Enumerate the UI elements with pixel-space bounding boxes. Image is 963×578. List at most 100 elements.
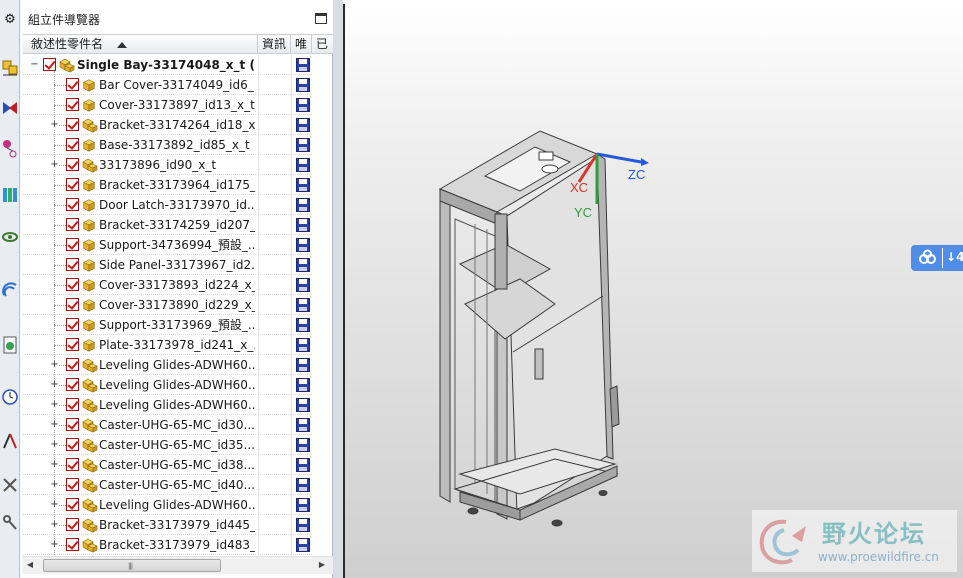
cloud-download-widget[interactable]: ↓4 [911,245,963,271]
visibility-checkbox[interactable] [66,478,79,491]
history-tab-icon[interactable] [1,334,19,356]
tree-row-readonly-cell [291,415,312,435]
visibility-checkbox[interactable] [66,378,79,391]
assembly-navigator: 組立件導覽器 敘述性零件名 資訊 唯 已 − Single Bay-3317404… [21,0,351,578]
tree-row[interactable]: Bracket-33173964_id175_... [23,175,329,195]
expand-icon[interactable]: + [50,480,59,490]
expand-icon[interactable]: + [50,440,59,450]
collapse-icon[interactable]: − [30,60,39,70]
part-icon [83,179,95,192]
visibility-checkbox[interactable] [66,418,79,431]
expand-icon[interactable]: + [50,360,59,370]
assembly-navigator-tab-icon[interactable] [1,56,19,78]
tree-row-label: Bracket-33173964_id175_... [99,178,255,192]
expand-icon[interactable]: + [50,160,59,170]
graphics-window[interactable]: ZC XC YC [343,4,963,578]
column-header-modified[interactable]: 已 [312,35,333,54]
column-header-info[interactable]: 資訊 [258,35,291,54]
tree-row[interactable]: Plate-33173978_id241_x_... [23,335,329,355]
visibility-checkbox[interactable] [66,498,79,511]
tree-row[interactable]: Bracket-33174259_id207_... [23,215,329,235]
gear-icon[interactable]: ⚙ [1,8,19,30]
visibility-checkbox[interactable] [66,338,79,351]
tree-row[interactable]: + Caster-UHG-65-MC_id40... [23,475,329,495]
tree-row[interactable]: Support-34736994_預設_... [23,235,329,255]
scroll-left-icon[interactable]: ◀ [25,560,35,569]
visibility-checkbox[interactable] [66,138,79,151]
column-header-name[interactable]: 敘述性零件名 [23,35,258,54]
tree-row[interactable]: + Leveling Glides-ADWH60... [23,355,329,375]
tree-row[interactable]: Side Panel-33173967_id2... [23,255,329,275]
visibility-checkbox[interactable] [66,198,79,211]
save-icon [296,418,310,432]
tree-row[interactable]: +33173896_id90_x_t [23,155,329,175]
tree-row[interactable]: + Leveling Glides-ADWH60... [23,395,329,415]
tree-row[interactable]: − Single Bay-33174048_x_t ( ... [23,55,329,75]
constraint-navigator-tab-icon[interactable] [1,97,19,119]
tree-row-name-cell: − Single Bay-33174048_x_t ( ... [23,55,256,75]
visibility-checkbox[interactable] [66,458,79,471]
visibility-checkbox[interactable] [66,358,79,371]
cabinet-model-view[interactable]: ZC XC YC [345,4,963,578]
panel-splitter[interactable] [333,0,343,578]
tree-row-readonly-cell [291,395,312,415]
tree-row-name-cell: + Leveling Glides-ADWH60... [23,355,256,375]
visibility-checkbox[interactable] [66,258,79,271]
expand-icon[interactable]: + [50,120,59,130]
tree-row[interactable]: Cover-33173893_id224_x_t [23,275,329,295]
tools-tab-icon[interactable] [1,474,19,496]
visibility-checkbox[interactable] [66,278,79,291]
horizontal-scrollbar[interactable]: ◀ ||| ▶ [23,556,333,574]
system-materials-tab-icon[interactable] [1,430,19,452]
part-icon [83,259,95,272]
visibility-checkbox[interactable] [66,218,79,231]
visibility-checkbox[interactable] [66,118,79,131]
tree-row[interactable]: Bar Cover-33174049_id6_... [23,75,329,95]
column-header-readonly[interactable]: 唯 [291,35,312,54]
tree-row[interactable]: + Caster-UHG-65-MC_id35... [23,435,329,455]
tree-row[interactable]: + Caster-UHG-65-MC_id30... [23,415,329,435]
visibility-checkbox[interactable] [66,318,79,331]
visibility-checkbox[interactable] [66,298,79,311]
tree-row[interactable]: Door Latch-33173970_id... [23,195,329,215]
tree-row[interactable]: + Caster-UHG-65-MC_id38... [23,455,329,475]
expand-icon[interactable]: + [50,400,59,410]
save-icon [296,78,310,92]
expand-icon[interactable]: + [50,420,59,430]
web-browser-tab-icon[interactable] [1,280,19,302]
tree-row[interactable]: + Leveling Glides-ADWH60... [23,375,329,395]
tree-row[interactable]: + Bracket-33174264_id18_x_t [23,115,329,135]
visibility-checkbox[interactable] [66,78,79,91]
reuse-library-tab-icon[interactable] [1,184,19,206]
visibility-checkbox[interactable] [66,518,79,531]
tree-row[interactable]: Cover-33173890_id229_x_t [23,295,329,315]
visibility-checkbox[interactable] [66,438,79,451]
visibility-checkbox[interactable] [66,98,79,111]
visual-scene-tab-icon[interactable] [1,226,19,248]
expand-icon[interactable]: + [50,460,59,470]
tree-row-label: Bar Cover-33174049_id6_... [99,78,255,92]
visibility-checkbox[interactable] [66,158,79,171]
visibility-checkbox[interactable] [66,238,79,251]
expand-icon[interactable]: + [50,500,59,510]
tree-row[interactable]: + Bracket-33173979_id445_... [23,515,329,535]
tree-row[interactable]: + Leveling Glides-ADWH60... [23,495,329,515]
visibility-checkbox[interactable] [66,398,79,411]
visibility-checkbox[interactable] [66,178,79,191]
visibility-checkbox[interactable] [43,58,56,71]
visibility-checkbox[interactable] [66,538,79,551]
wrench-icon[interactable] [1,512,19,534]
tree-row-info-cell [258,515,291,535]
expand-icon[interactable]: + [50,540,59,550]
horizontal-scroll-thumb[interactable]: ||| [43,559,221,572]
maximize-icon[interactable] [315,13,327,24]
tree-row[interactable]: Support-33173969_預設_... [23,315,329,335]
tree-row[interactable]: + Bracket-33173979_id483_... [23,535,329,555]
part-navigator-tab-icon[interactable] [1,138,19,160]
tree-row[interactable]: Cover-33173897_id13_x_t [23,95,329,115]
expand-icon[interactable]: + [50,520,59,530]
scroll-right-icon[interactable]: ▶ [317,560,327,569]
tree-row[interactable]: Base-33173892_id85_x_t [23,135,329,155]
expand-icon[interactable]: + [50,380,59,390]
clock-icon[interactable] [1,386,19,408]
